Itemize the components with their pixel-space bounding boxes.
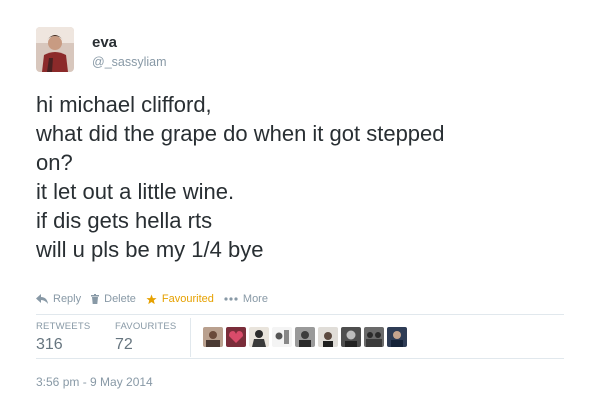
more-button[interactable]: More [224, 293, 268, 305]
tweet-line: on? [36, 150, 73, 175]
favourite-button[interactable]: Favourited [146, 293, 214, 305]
favouriter-avatar[interactable] [272, 327, 292, 347]
reply-icon [36, 294, 48, 304]
favourites-label: FAVOURITES [115, 321, 177, 332]
favouriter-avatar[interactable] [341, 327, 361, 347]
more-label: More [242, 293, 268, 305]
trash-icon [91, 294, 100, 304]
reply-button[interactable]: Reply [36, 293, 81, 305]
tweet-line: it let out a little wine. [36, 179, 235, 204]
stats-separator [190, 318, 191, 357]
favouriter-avatar[interactable] [203, 327, 223, 347]
favouriter-avatar[interactable] [387, 327, 407, 347]
display-name[interactable]: eva [92, 34, 117, 51]
tweet-actions: Reply Delete Favourited More [36, 291, 278, 307]
favourited-label: Favourited [161, 293, 214, 305]
delete-button[interactable]: Delete [91, 293, 136, 305]
favouriter-avatars [203, 327, 410, 347]
favouriter-avatar[interactable] [249, 327, 269, 347]
more-dots-icon [224, 297, 238, 301]
retweets-count: 316 [36, 336, 63, 353]
tweet-timestamp[interactable]: 3:56 pm - 9 May 2014 [36, 375, 153, 389]
favouriter-avatar[interactable] [364, 327, 384, 347]
reply-label: Reply [53, 293, 82, 305]
retweets-label: RETWEETS [36, 321, 91, 332]
tweet-text: hi michael clifford, what did the grape … [36, 90, 556, 264]
avatar[interactable] [36, 27, 74, 72]
delete-label: Delete [104, 293, 136, 305]
tweet-line: will u pls be my 1/4 bye [36, 237, 264, 262]
retweets-stat[interactable]: RETWEETS 316 [36, 321, 90, 354]
divider [36, 314, 564, 315]
divider [36, 358, 564, 359]
tweet-line: hi michael clifford, [36, 92, 212, 117]
favourites-count: 72 [115, 336, 133, 353]
favouriter-avatar[interactable] [226, 327, 246, 347]
user-handle[interactable]: @_sassyliam [92, 55, 167, 69]
favourites-stat[interactable]: FAVOURITES 72 [115, 321, 176, 354]
tweet-line: what did the grape do when it got steppe… [36, 121, 445, 146]
tweet-line: if dis gets hella rts [36, 208, 213, 233]
favouriter-avatar[interactable] [295, 327, 315, 347]
avatar-image [36, 27, 74, 72]
star-icon [146, 293, 157, 305]
tweet-card: eva @_sassyliam hi michael clifford, wha… [0, 0, 599, 410]
favouriter-avatar[interactable] [318, 327, 338, 347]
